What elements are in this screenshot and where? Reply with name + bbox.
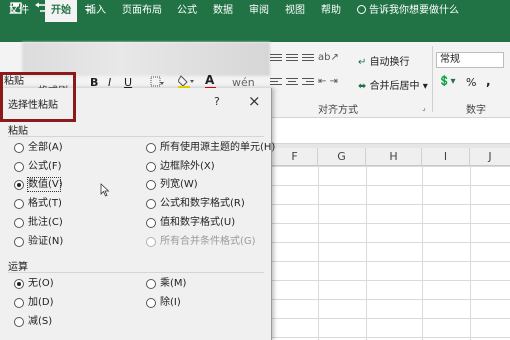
grid-line [470, 166, 471, 340]
align-top-icon[interactable] [270, 54, 282, 64]
tab-formulas[interactable]: 公式 [172, 0, 202, 22]
option-label: 所有使用源主题的单元(H) [160, 142, 276, 153]
option-label: 边框除外(X) [160, 161, 215, 172]
radio-circle-selected [14, 180, 24, 190]
tab-insert[interactable]: 插入 [80, 0, 112, 22]
radio-circle [14, 317, 24, 327]
number-format-value: 常规 [440, 54, 460, 65]
column-header-j[interactable]: J [470, 148, 510, 166]
percent-button[interactable]: % [466, 76, 476, 89]
radio-circle [146, 218, 156, 228]
tab-data[interactable]: 数据 [208, 0, 238, 22]
radio-circle [14, 298, 24, 308]
accounting-format-icon[interactable]: 💲▾ [438, 76, 455, 87]
section-divider [8, 272, 264, 273]
option-label: 无(O) [28, 278, 54, 289]
tab-help[interactable]: 帮助 [316, 0, 346, 22]
alignment-launcher-icon[interactable]: ⌟ [422, 103, 426, 112]
ribbon-tab-bar [0, 20, 510, 42]
option-label: 减(S) [28, 316, 53, 327]
align-center-icon[interactable] [286, 78, 298, 88]
radio-circle [14, 162, 24, 172]
radio-circle [146, 298, 156, 308]
grid-line [422, 166, 423, 340]
grid-line [366, 166, 367, 340]
align-left-icon[interactable] [270, 78, 282, 88]
font-color-button[interactable]: A [205, 73, 216, 89]
number-format-select[interactable]: 常规 [436, 52, 504, 68]
option-label: 值和数字格式(U) [160, 217, 236, 228]
option-label: 所有合并条件格式(G) [160, 236, 256, 247]
group-separator [432, 46, 433, 112]
align-middle-icon[interactable] [286, 54, 298, 64]
radio-circle [14, 237, 24, 247]
font-color-label: A [205, 73, 215, 87]
font-name-area-blurred [22, 42, 270, 76]
tab-page-layout[interactable]: 页面布局 [116, 0, 168, 22]
option-label: 公式和数字格式(R) [160, 198, 245, 209]
option-label: 乘(M) [160, 278, 187, 289]
number-group-label: 数字 [466, 105, 486, 116]
option-label: 批注(C) [28, 217, 63, 228]
radio-circle [146, 199, 156, 209]
radio-circle [14, 218, 24, 228]
paste-section-title: 粘贴 [8, 126, 28, 137]
orientation-icon[interactable]: ab↗ [318, 52, 339, 63]
radio-circle-selected [14, 279, 24, 289]
merge-icon: ⬌ [358, 81, 370, 92]
tab-file[interactable]: 文件 [4, 0, 34, 22]
option-label: 格式(T) [28, 198, 62, 209]
merge-center-button[interactable]: ⬌ 合并后居中 ▾ [358, 77, 428, 92]
align-right-icon[interactable] [302, 78, 314, 88]
search-icon [357, 5, 366, 14]
radio-circle-disabled [146, 237, 156, 247]
help-button[interactable]: ? [214, 95, 220, 108]
radio-circle [14, 143, 24, 153]
wrap-text-button[interactable]: ↵ 自动换行 [358, 53, 410, 68]
operation-section-title: 运算 [8, 262, 28, 273]
highlight-box [0, 72, 76, 122]
wrap-text-icon: ↵ [358, 57, 370, 68]
option-label: 列宽(W) [160, 179, 198, 190]
merge-center-label: 合并后居中 [369, 81, 420, 92]
focus-rectangle [27, 177, 61, 192]
radio-circle [146, 143, 156, 153]
alignment-group-label: 对齐方式 [318, 105, 358, 116]
column-header-f[interactable]: F [272, 148, 318, 166]
section-divider [8, 136, 264, 137]
indent-icon[interactable]: ⇤ ⇥ [318, 76, 338, 87]
option-label: 加(D) [28, 297, 54, 308]
tab-view[interactable]: 视图 [280, 0, 310, 22]
radio-circle [146, 279, 156, 289]
option-label: 除(I) [160, 297, 181, 308]
tab-review[interactable]: 审阅 [244, 0, 274, 22]
option-label: 公式(F) [28, 161, 62, 172]
tab-home[interactable]: 开始 [45, 0, 77, 22]
close-button[interactable]: × [248, 92, 261, 110]
wrap-text-label: 自动换行 [369, 57, 410, 68]
column-header-i[interactable]: I [422, 148, 470, 166]
mouse-cursor-icon [100, 183, 110, 200]
radio-circle [14, 199, 24, 209]
option-label: 全部(A) [28, 142, 63, 153]
tell-me-search[interactable]: 告诉我你想要做什么 [357, 0, 459, 22]
column-header-h[interactable]: H [366, 148, 422, 166]
tell-me-text: 告诉我你想要做什么 [369, 5, 459, 16]
radio-circle [146, 180, 156, 190]
comma-button[interactable]: , [486, 74, 491, 88]
grid-line [318, 166, 319, 340]
option-label: 验证(N) [28, 236, 64, 247]
radio-circle [146, 162, 156, 172]
column-header-g[interactable]: G [318, 148, 366, 166]
align-bottom-icon[interactable] [302, 54, 314, 64]
